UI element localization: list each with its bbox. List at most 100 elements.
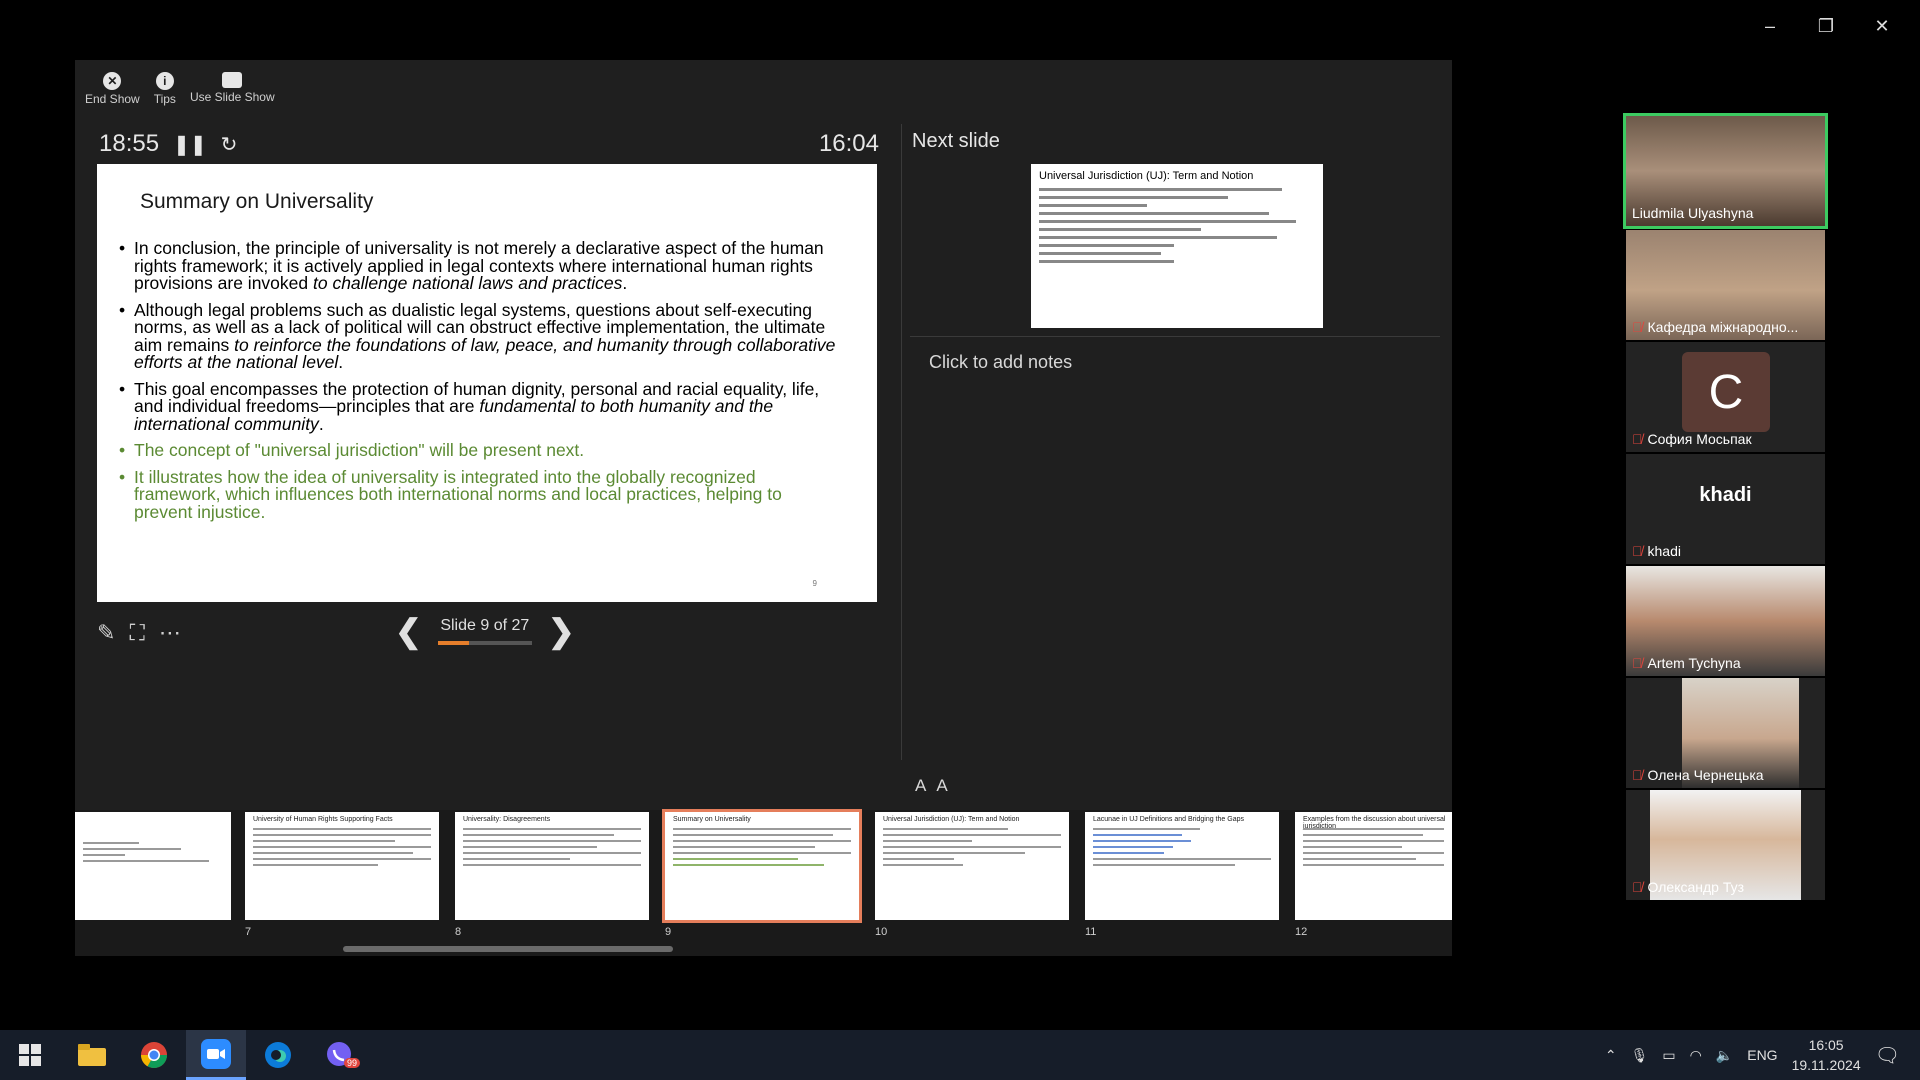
- minimize-button[interactable]: –: [1742, 8, 1798, 44]
- more-options-icon[interactable]: ⋯: [159, 620, 181, 646]
- participant-name: 🎙̸ khadi: [1632, 543, 1681, 559]
- avatar: C: [1682, 352, 1770, 432]
- notes-area[interactable]: Click to add notes: [929, 352, 1072, 373]
- presenter-view: ✕ End Show i Tips Use Slide Show 18:55 ❚…: [75, 60, 1452, 956]
- next-slide-icon[interactable]: ❯: [548, 612, 575, 650]
- wifi-icon[interactable]: ◠: [1690, 1047, 1702, 1064]
- close-circle-icon: ✕: [103, 72, 122, 90]
- restore-button[interactable]: ❐: [1798, 8, 1854, 44]
- participant-tile[interactable]: khadi 🎙̸ khadi: [1626, 454, 1825, 564]
- filmstrip-scrollbar[interactable]: [343, 946, 673, 952]
- tips-button[interactable]: i Tips: [154, 72, 176, 106]
- participant-tile[interactable]: C 🎙̸ София Мосьпак: [1626, 342, 1825, 452]
- chevron-up-icon[interactable]: ⌃: [1605, 1047, 1617, 1064]
- pause-icon[interactable]: ❚❚: [173, 132, 207, 157]
- pen-icon[interactable]: ✎: [97, 620, 115, 646]
- slide-counter-text: Slide 9 of 27: [440, 617, 530, 634]
- bullet-3: This goal encompasses the protection of …: [119, 380, 839, 434]
- slide-page-number: 9: [812, 579, 817, 588]
- decrease-font-icon[interactable]: A: [936, 776, 947, 796]
- participant-tile[interactable]: 🎙̸ Кафедра міжнародно...: [1626, 230, 1825, 340]
- close-button[interactable]: ✕: [1854, 8, 1910, 44]
- use-slide-show-button[interactable]: Use Slide Show: [190, 72, 275, 106]
- participant-tile[interactable]: 🎙̸ Олена Чернецька: [1626, 678, 1825, 788]
- presenter-toolbar: ✕ End Show i Tips Use Slide Show: [85, 72, 275, 106]
- slide-bullets: In conclusion, the principle of universa…: [119, 239, 839, 530]
- current-slide: Summary on Universality In conclusion, t…: [97, 164, 877, 602]
- slide-thumbnail[interactable]: Universality: Disagreements: [455, 812, 649, 920]
- participant-tile[interactable]: 🎙̸ Artem Tychyna: [1626, 566, 1825, 676]
- zoom-button[interactable]: [186, 1030, 246, 1080]
- folder-icon: [78, 1044, 106, 1066]
- next-slide-title: Universal Jurisdiction (UJ): Term and No…: [1039, 170, 1254, 182]
- notification-badge: 99: [344, 1058, 361, 1068]
- participant-tile[interactable]: Liudmila Ulyashyna: [1623, 113, 1828, 229]
- slide-title: Summary on Universality: [140, 190, 374, 213]
- battery-icon[interactable]: ▭: [1662, 1047, 1675, 1064]
- end-show-label: End Show: [85, 92, 140, 106]
- slides-icon: [222, 72, 243, 88]
- next-slide-preview[interactable]: Universal Jurisdiction (UJ): Term and No…: [1031, 164, 1323, 328]
- font-size-controls: A A: [915, 776, 948, 796]
- language-indicator[interactable]: ENG: [1747, 1047, 1777, 1063]
- mic-off-icon: 🎙̸: [1632, 655, 1643, 671]
- slide-progress-bar: [437, 641, 532, 645]
- taskbar-clock[interactable]: 16:05 19.11.2024: [1792, 1035, 1861, 1075]
- bullet-5: It illustrates how the idea of universal…: [119, 468, 839, 522]
- window-controls: – ❐ ✕: [1742, 8, 1910, 44]
- slide-thumbnail[interactable]: University of Human Rights Supporting Fa…: [245, 812, 439, 920]
- slide-counter: Slide 9 of 27: [437, 617, 532, 645]
- slide-tools: ✎ ⛶ ⋯: [97, 620, 181, 646]
- previous-slide-icon[interactable]: ❮: [395, 612, 422, 650]
- windows-taskbar: 99 ⌃ 🎙 ▭ ◠ 🔈 ENG 16:05 19.11.2024 🗨: [0, 1030, 1920, 1080]
- tips-label: Tips: [153, 92, 176, 106]
- mic-off-icon: 🎙̸: [1632, 319, 1643, 335]
- next-slide-label: Next slide: [912, 130, 1000, 152]
- participant-name: 🎙̸ Олександр Туз: [1632, 879, 1745, 895]
- use-slide-show-label: Use Slide Show: [189, 90, 275, 104]
- current-time: 16:04: [818, 130, 879, 157]
- edge-button[interactable]: [248, 1030, 308, 1080]
- chrome-button[interactable]: [124, 1030, 184, 1080]
- mic-off-icon: 🎙̸: [1632, 543, 1643, 559]
- participant-tile[interactable]: 🎙̸ Олександр Туз: [1626, 790, 1825, 900]
- file-explorer-button[interactable]: [62, 1030, 122, 1080]
- start-button[interactable]: [0, 1030, 60, 1080]
- increase-font-icon[interactable]: A: [915, 776, 926, 796]
- thumbnail-number: 12: [1295, 926, 1308, 938]
- viber-button[interactable]: 99: [310, 1030, 370, 1080]
- thumbnail-number: 11: [1085, 926, 1097, 938]
- elapsed-timer: 18:55: [99, 130, 160, 157]
- end-show-button[interactable]: ✕ End Show: [85, 72, 140, 106]
- slide-progress-fill: [437, 641, 470, 645]
- slide-thumbnail[interactable]: Lacunae in UJ Definitions and Bridging t…: [1085, 812, 1279, 920]
- microphone-icon[interactable]: 🎙: [1631, 1047, 1649, 1064]
- bullet-4: The concept of "universal jurisdiction" …: [119, 441, 839, 460]
- chrome-icon: [140, 1042, 168, 1069]
- mic-off-icon: 🎙̸: [1632, 767, 1643, 783]
- windows-logo-icon: [19, 1044, 41, 1066]
- notifications-icon[interactable]: 🗨: [1875, 1043, 1900, 1068]
- timer-row: 18:55 ❚❚ ↻ 16:04: [99, 130, 879, 158]
- restart-icon[interactable]: ↻: [221, 132, 238, 157]
- participant-display-name: khadi: [1699, 484, 1752, 506]
- slide-thumbnail[interactable]: Universal Jurisdiction (UJ): Term and No…: [875, 812, 1069, 920]
- participant-name: 🎙̸ Кафедра міжнародно...: [1632, 319, 1799, 335]
- notes-divider: [910, 336, 1440, 337]
- slide-thumbnail[interactable]: Examples from the discussion about unive…: [1295, 812, 1452, 920]
- bullet-1: In conclusion, the principle of universa…: [119, 239, 839, 293]
- mic-off-icon: 🎙̸: [1632, 431, 1643, 447]
- volume-icon[interactable]: 🔈: [1716, 1047, 1733, 1064]
- edge-icon: [265, 1042, 291, 1068]
- participant-name: 🎙̸ Олена Чернецька: [1632, 767, 1764, 783]
- next-slide-text-lines: [1039, 188, 1309, 268]
- mic-off-icon: 🎙̸: [1632, 879, 1643, 895]
- participant-name: 🎙̸ София Мосьпак: [1632, 431, 1752, 447]
- zoom-icon: [201, 1038, 231, 1069]
- participant-name: Liudmila Ulyashyna: [1632, 205, 1754, 221]
- slide-thumbnail[interactable]: [75, 812, 231, 920]
- thumbnail-number: 9: [665, 926, 672, 938]
- slide-thumbnail-active[interactable]: Summary on Universality: [662, 809, 862, 923]
- system-tray: ⌃ 🎙 ▭ ◠ 🔈 ENG 16:05 19.11.2024 🗨: [1605, 1030, 1920, 1080]
- presenter-icon[interactable]: ⛶: [129, 620, 144, 646]
